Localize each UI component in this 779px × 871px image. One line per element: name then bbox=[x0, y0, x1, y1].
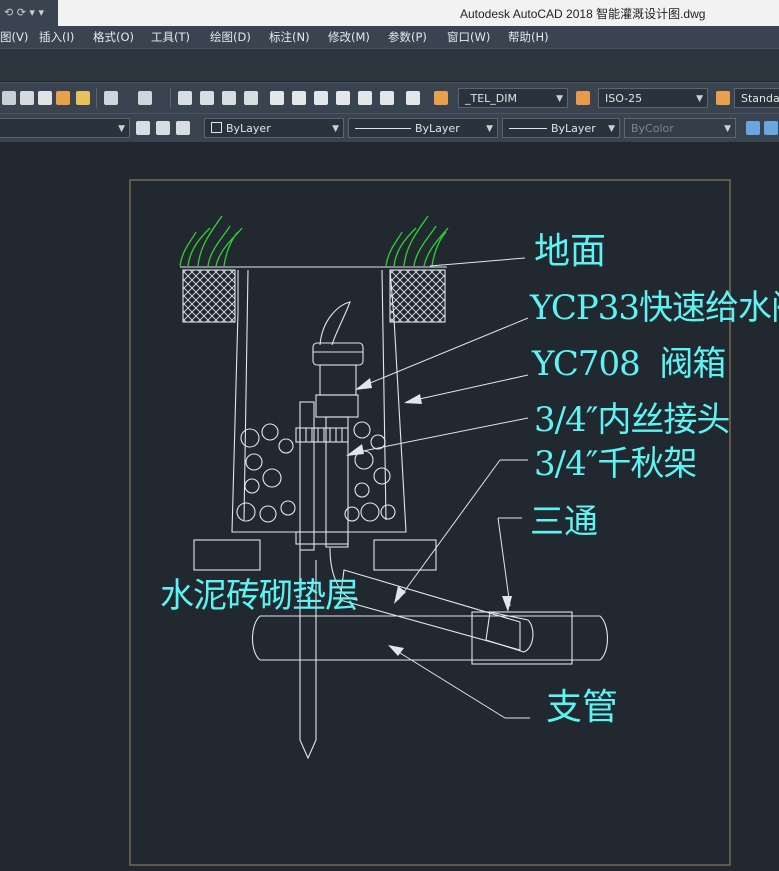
menu-format[interactable]: 格式(O) bbox=[93, 29, 134, 45]
ribbon-area bbox=[0, 48, 779, 81]
toolbar-separator bbox=[170, 88, 171, 108]
layer-previous-icon[interactable] bbox=[156, 121, 170, 135]
lineweight-preview-icon bbox=[509, 128, 547, 129]
drawing-svg bbox=[129, 179, 731, 866]
properties-icon[interactable] bbox=[270, 91, 284, 105]
match-properties-icon[interactable] bbox=[56, 91, 70, 105]
table-style-icon[interactable] bbox=[716, 91, 730, 105]
table-style-select[interactable]: Standar bbox=[734, 88, 779, 108]
soil-hatch-left bbox=[182, 269, 236, 323]
label-quick-valve: YCP33快速给水阀 bbox=[530, 288, 779, 328]
menu-draw[interactable]: 绘图(D) bbox=[210, 29, 251, 45]
make-object-layer-current-icon[interactable] bbox=[136, 121, 150, 135]
menu-dimension[interactable]: 标注(N) bbox=[269, 29, 310, 45]
cut-icon[interactable] bbox=[2, 91, 16, 105]
text-style-icon[interactable] bbox=[434, 91, 448, 105]
menu-help[interactable]: 帮助(H) bbox=[508, 29, 549, 45]
label-ground: 地面 bbox=[534, 231, 607, 272]
menu-bar: 图(V) 插入(I) 格式(O) 工具(T) 绘图(D) 标注(N) 修改(M)… bbox=[0, 26, 779, 48]
pan-icon[interactable] bbox=[178, 91, 192, 105]
branch-pipe bbox=[251, 611, 609, 665]
tool-palettes-icon[interactable] bbox=[314, 91, 328, 105]
menu-view[interactable]: 图(V) bbox=[0, 29, 28, 45]
linetype-preview-icon bbox=[355, 128, 411, 129]
layout-icon-2[interactable] bbox=[764, 121, 778, 135]
plotstyle-select: ByColor ▼ bbox=[624, 118, 736, 138]
leader-arrowheads bbox=[346, 378, 512, 656]
zoom-previous-icon[interactable] bbox=[244, 91, 258, 105]
menu-window[interactable]: 窗口(W) bbox=[447, 29, 490, 45]
grass-right bbox=[385, 215, 449, 267]
menu-tools[interactable]: 工具(T) bbox=[151, 29, 190, 45]
copy-icon[interactable] bbox=[20, 91, 34, 105]
leader-lines bbox=[357, 257, 530, 719]
label-cement-pad: 水泥砖砌垫层 bbox=[160, 576, 359, 616]
sheet-set-icon[interactable] bbox=[336, 91, 350, 105]
gravel bbox=[236, 421, 396, 523]
label-valve-box: YC708 阀箱 bbox=[532, 344, 726, 384]
zoom-window-icon[interactable] bbox=[222, 91, 236, 105]
properties-toolbar: ▼ ByLayer ▼ ByLayer ▼ ByLayer ▼ ByColor ▼ bbox=[0, 113, 779, 143]
label-branch-pipe: 支管 bbox=[546, 687, 619, 728]
color-swatch-icon bbox=[211, 122, 222, 133]
label-swing-joint: 3/4″千秋架 bbox=[534, 444, 697, 484]
help-icon[interactable] bbox=[406, 91, 420, 105]
layer-states-icon[interactable] bbox=[176, 121, 190, 135]
dimension-style-icon[interactable] bbox=[576, 91, 590, 105]
redo-icon[interactable] bbox=[138, 91, 152, 105]
design-center-icon[interactable] bbox=[292, 91, 306, 105]
label-tee: 三通 bbox=[530, 502, 598, 542]
layout-icon[interactable] bbox=[746, 121, 760, 135]
title-bar: ⟲ ⟳ ▾ ▾ Autodesk AutoCAD 2018 智能灌溉设计图.dw… bbox=[0, 0, 779, 26]
drawing-canvas[interactable]: 地面 YCP33快速给水阀 YC708 阀箱 3/4″内丝接头 3/4″千秋架 … bbox=[0, 142, 779, 871]
markup-icon[interactable] bbox=[358, 91, 372, 105]
grass-left bbox=[179, 215, 243, 267]
block-editor-icon[interactable] bbox=[76, 91, 90, 105]
undo-icon[interactable] bbox=[104, 91, 118, 105]
layer-select[interactable]: ▼ bbox=[0, 118, 130, 138]
text-height-select[interactable]: ISO-25 ▼ bbox=[598, 88, 708, 108]
menu-parameter[interactable]: 参数(P) bbox=[388, 29, 427, 45]
toolbar-separator bbox=[96, 88, 97, 108]
zoom-realtime-icon[interactable] bbox=[200, 91, 214, 105]
valve-box bbox=[231, 269, 407, 533]
window-title: Autodesk AutoCAD 2018 智能灌溉设计图.dwg bbox=[460, 7, 706, 21]
label-inner-thread-joint: 3/4″内丝接头 bbox=[534, 400, 730, 440]
standard-toolbar: _TEL_DIM▼ ISO-25▼ Standar bbox=[0, 82, 779, 113]
soil-hatch-right bbox=[389, 269, 446, 323]
calculator-icon[interactable] bbox=[380, 91, 394, 105]
lineweight-select[interactable]: ByLayer ▼ bbox=[502, 118, 620, 138]
dim-style-select[interactable]: _TEL_DIM ▼ bbox=[458, 88, 568, 108]
paste-icon[interactable] bbox=[38, 91, 52, 105]
quick-coupling-valve bbox=[312, 301, 364, 418]
quick-access-toolbar[interactable]: ⟲ ⟳ ▾ ▾ bbox=[0, 0, 58, 26]
menu-modify[interactable]: 修改(M) bbox=[328, 29, 370, 45]
menu-insert[interactable]: 插入(I) bbox=[39, 29, 74, 45]
color-select[interactable]: ByLayer ▼ bbox=[204, 118, 344, 138]
linetype-select[interactable]: ByLayer ▼ bbox=[348, 118, 498, 138]
